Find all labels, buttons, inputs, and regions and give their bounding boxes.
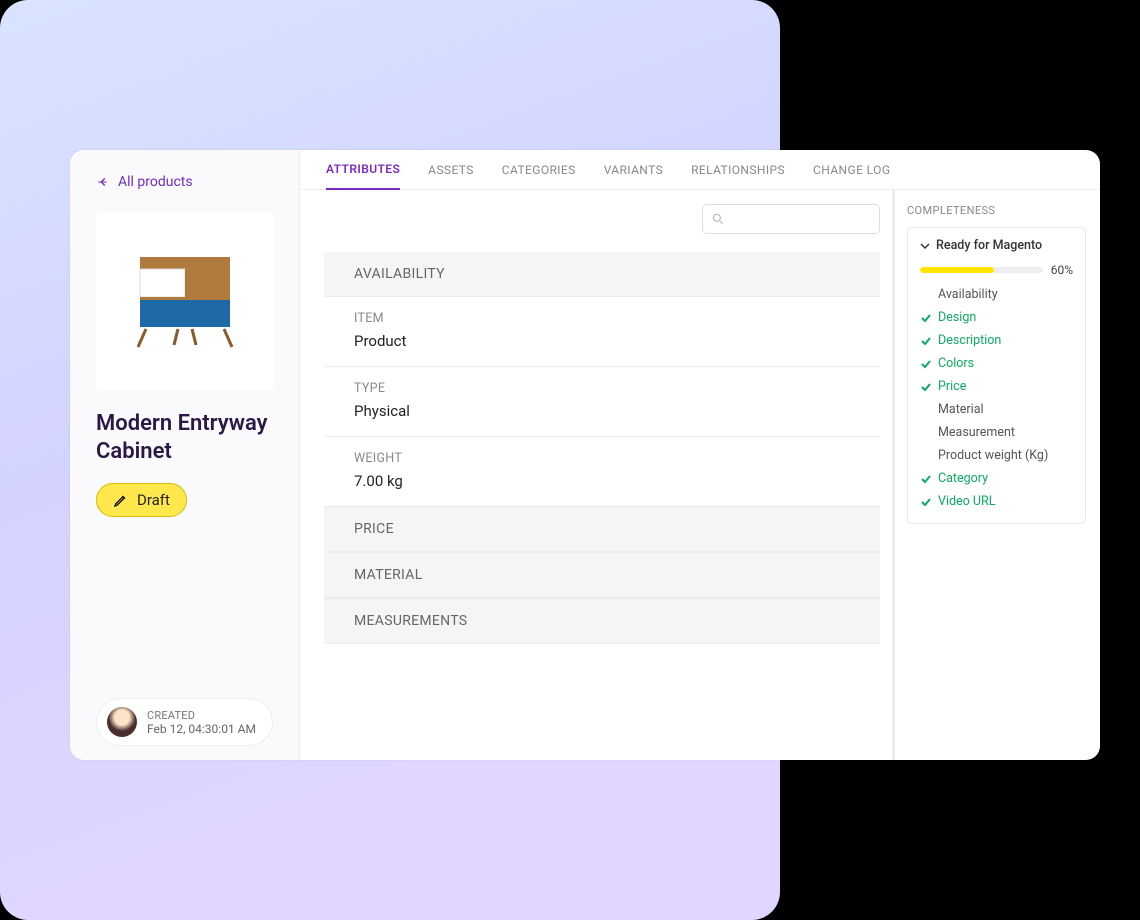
check-icon — [920, 358, 932, 370]
pencil-icon — [113, 492, 129, 508]
attribute-label: TYPE — [354, 381, 850, 396]
attribute-row[interactable]: TYPE Physical — [324, 367, 880, 437]
check-icon — [920, 381, 932, 393]
check-icon — [920, 335, 932, 347]
attribute-value: Physical — [354, 402, 850, 420]
attribute-label: ITEM — [354, 311, 850, 326]
tab-relationships[interactable]: RELATIONSHIPS — [691, 151, 785, 189]
completeness-item[interactable]: Description — [920, 329, 1073, 352]
completeness-item[interactable]: Measurement — [920, 421, 1073, 444]
section-header[interactable]: PRICE — [324, 507, 880, 552]
main-area: ATTRIBUTES ASSETS CATEGORIES VARIANTS RELATI… — [300, 150, 1100, 760]
completeness-item-label: Category — [938, 471, 988, 486]
completeness-item-label: Measurement — [938, 425, 1015, 440]
tab-variants[interactable]: VARIANTS — [604, 151, 663, 189]
attribute-value: Product — [354, 332, 850, 350]
completeness-item[interactable]: Price — [920, 375, 1073, 398]
completeness-percent: 60% — [1051, 263, 1073, 277]
completeness-group-toggle[interactable]: Ready for Magento — [920, 238, 1073, 253]
caret-down-icon — [920, 241, 930, 251]
search-icon — [711, 212, 725, 226]
completeness-column: COMPLETENESS Ready for Magento 60% Avail… — [895, 190, 1100, 760]
tab-assets[interactable]: ASSETS — [428, 151, 474, 189]
product-illustration — [130, 251, 240, 351]
attributes-column: AVAILABILITY ITEM Product TYPE Physical WEIGH… — [300, 190, 895, 760]
completeness-item-label: Video URL — [938, 494, 995, 509]
tab-categories[interactable]: CATEGORIES — [502, 151, 576, 189]
check-icon — [920, 312, 932, 324]
product-title: Modern Entryway Cabinet — [96, 410, 273, 465]
section-header[interactable]: MATERIAL — [324, 552, 880, 598]
product-image[interactable] — [96, 212, 274, 390]
sidebar: All products Modern Entryway Cabinet Dra… — [70, 150, 300, 760]
created-label: CREATED — [147, 709, 256, 722]
completeness-item[interactable]: Category — [920, 467, 1073, 490]
completeness-item-label: Description — [938, 333, 1001, 348]
completeness-item-label: Price — [938, 379, 966, 394]
creator-avatar — [107, 707, 137, 737]
completeness-item[interactable]: Video URL — [920, 490, 1073, 513]
check-icon — [920, 496, 932, 508]
status-label: Draft — [137, 491, 170, 509]
completeness-item[interactable]: Product weight (Kg) — [920, 444, 1073, 467]
tabs-bar: ATTRIBUTES ASSETS CATEGORIES VARIANTS RELATI… — [300, 150, 1100, 190]
arrow-left-icon — [96, 175, 110, 189]
completeness-item-label: Availability — [938, 287, 998, 302]
completeness-item-label: Colors — [938, 356, 974, 371]
completeness-item[interactable]: Colors — [920, 352, 1073, 375]
attribute-label: WEIGHT — [354, 451, 850, 466]
completeness-progress: 60% — [920, 263, 1073, 277]
tab-attributes[interactable]: ATTRIBUTES — [326, 150, 400, 190]
completeness-title: COMPLETENESS — [907, 204, 1086, 217]
back-to-products-link[interactable]: All products — [96, 174, 273, 190]
attribute-row[interactable]: WEIGHT 7.00 kg — [324, 437, 880, 507]
attribute-row[interactable]: ITEM Product — [324, 297, 880, 367]
completeness-card: Ready for Magento 60% Availability Design… — [907, 227, 1086, 524]
check-icon — [920, 473, 932, 485]
attribute-search-input[interactable] — [702, 204, 880, 234]
section-header[interactable]: AVAILABILITY — [324, 252, 880, 297]
completeness-item-label: Product weight (Kg) — [938, 448, 1048, 463]
completeness-group-label: Ready for Magento — [936, 238, 1042, 253]
completeness-item[interactable]: Design — [920, 306, 1073, 329]
completeness-item-label: Material — [938, 402, 984, 417]
status-pill[interactable]: Draft — [96, 483, 187, 517]
created-date: Feb 12, 04:30:01 AM — [147, 722, 256, 736]
attribute-value: 7.00 kg — [354, 472, 850, 490]
created-card: CREATED Feb 12, 04:30:01 AM — [96, 698, 273, 746]
completeness-item-label: Design — [938, 310, 976, 325]
section-header[interactable]: MEASUREMENTS — [324, 598, 880, 644]
back-label: All products — [118, 174, 193, 190]
tab-change-log[interactable]: CHANGE LOG — [813, 151, 890, 189]
completeness-item[interactable]: Availability — [920, 283, 1073, 306]
app-window: All products Modern Entryway Cabinet Dra… — [70, 150, 1100, 760]
completeness-item[interactable]: Material — [920, 398, 1073, 421]
